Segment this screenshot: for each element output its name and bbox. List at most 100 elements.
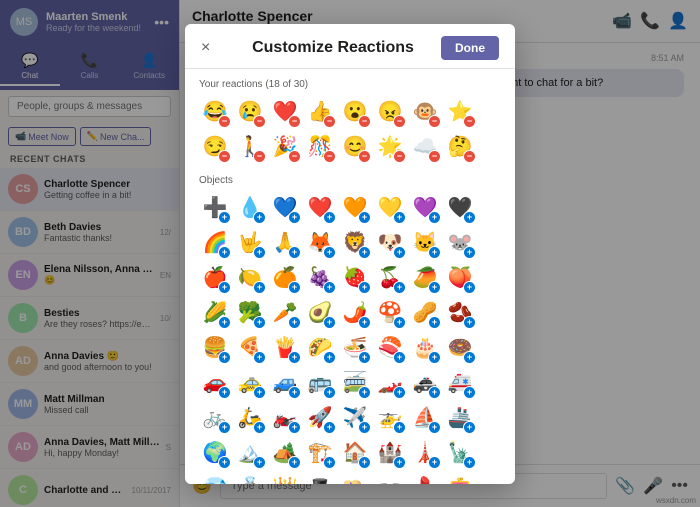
object-emoji-item[interactable]: ⛵ + bbox=[409, 402, 441, 434]
reaction-emoji-item[interactable]: 😠 − bbox=[374, 96, 406, 128]
object-emoji-item[interactable]: 🍕 + bbox=[234, 332, 266, 364]
reaction-emoji-item[interactable]: 🤔 − bbox=[444, 131, 476, 163]
object-emoji-item[interactable]: 🍄 + bbox=[374, 297, 406, 329]
add-badge: + bbox=[288, 351, 301, 364]
object-emoji-item[interactable]: 🏍️ + bbox=[269, 402, 301, 434]
object-emoji-item[interactable]: 🍇 + bbox=[304, 262, 336, 294]
reaction-emoji-item[interactable]: ⭐ − bbox=[444, 96, 476, 128]
object-emoji-item[interactable]: 🐶 + bbox=[374, 227, 406, 259]
object-emoji-item[interactable]: 🍔 + bbox=[199, 332, 231, 364]
object-emoji-item[interactable]: 🏕️ + bbox=[269, 437, 301, 469]
object-emoji-item[interactable]: 🕶️ + bbox=[374, 472, 406, 484]
object-emoji-item[interactable]: ➕ + bbox=[199, 192, 231, 224]
object-emoji-item[interactable]: 🥕 + bbox=[269, 297, 301, 329]
object-emoji-item[interactable]: 💙 + bbox=[269, 192, 301, 224]
reaction-emoji-item[interactable]: 🐵 − bbox=[409, 96, 441, 128]
object-emoji-item[interactable]: 💎 + bbox=[199, 472, 231, 484]
remove-badge: − bbox=[253, 150, 266, 163]
object-emoji-item[interactable]: 🌈 + bbox=[199, 227, 231, 259]
object-emoji-item[interactable]: 💜 + bbox=[409, 192, 441, 224]
object-emoji-item[interactable]: 🚑 + bbox=[444, 367, 476, 399]
object-emoji-item[interactable]: ❤️ + bbox=[304, 192, 336, 224]
object-emoji-item[interactable]: 👒 + bbox=[339, 472, 371, 484]
add-badge: + bbox=[428, 421, 441, 434]
add-badge: + bbox=[463, 456, 476, 469]
reaction-emoji-item[interactable]: ☁️ − bbox=[409, 131, 441, 163]
object-emoji-item[interactable]: 🫘 + bbox=[444, 297, 476, 329]
reaction-emoji-item[interactable]: 😏 − bbox=[199, 131, 231, 163]
object-emoji-item[interactable]: 🚕 + bbox=[234, 367, 266, 399]
object-emoji-item[interactable]: 🍩 + bbox=[444, 332, 476, 364]
object-emoji-item[interactable]: 👑 + bbox=[269, 472, 301, 484]
reaction-emoji-item[interactable]: 😮 − bbox=[339, 96, 371, 128]
object-emoji-item[interactable]: 🛵 + bbox=[234, 402, 266, 434]
object-emoji-item[interactable]: 🚀 + bbox=[304, 402, 336, 434]
add-badge: + bbox=[393, 281, 406, 294]
object-emoji-item[interactable]: 🌮 + bbox=[304, 332, 336, 364]
object-emoji-item[interactable]: 🥭 + bbox=[409, 262, 441, 294]
object-emoji-item[interactable]: 🦊 + bbox=[304, 227, 336, 259]
object-emoji-item[interactable]: 🏠 + bbox=[339, 437, 371, 469]
object-emoji-item[interactable]: 🍑 + bbox=[444, 262, 476, 294]
add-badge: + bbox=[253, 386, 266, 399]
object-emoji-item[interactable]: 🥦 + bbox=[234, 297, 266, 329]
reaction-emoji-item[interactable]: ❤️ − bbox=[269, 96, 301, 128]
object-emoji-item[interactable]: 🏰 + bbox=[374, 437, 406, 469]
object-emoji-item[interactable]: 🎩 + bbox=[304, 472, 336, 484]
object-emoji-item[interactable]: 🌍 + bbox=[199, 437, 231, 469]
reaction-emoji-item[interactable]: 😂 − bbox=[199, 96, 231, 128]
object-emoji-item[interactable]: 🤟 + bbox=[234, 227, 266, 259]
reaction-emoji-item[interactable]: 😊 − bbox=[339, 131, 371, 163]
object-emoji-item[interactable]: 🖤 + bbox=[444, 192, 476, 224]
reaction-emoji-item[interactable]: 👍 − bbox=[304, 96, 336, 128]
object-emoji-item[interactable]: 🏎️ + bbox=[374, 367, 406, 399]
modal-overlay[interactable]: × Customize Reactions Done Your reaction… bbox=[0, 0, 700, 507]
object-emoji-item[interactable]: 🍟 + bbox=[269, 332, 301, 364]
object-emoji-item[interactable]: 🚲 + bbox=[199, 402, 231, 434]
object-emoji-item[interactable]: 🐱 + bbox=[409, 227, 441, 259]
reaction-emoji-item[interactable]: 🌟 − bbox=[374, 131, 406, 163]
object-emoji-item[interactable]: 🚙 + bbox=[269, 367, 301, 399]
reaction-emoji-item[interactable]: 🎉 − bbox=[269, 131, 301, 163]
object-emoji-item[interactable]: 🍓 + bbox=[339, 262, 371, 294]
object-emoji-item[interactable]: 🚎 + bbox=[339, 367, 371, 399]
object-emoji-item[interactable]: 🥑 + bbox=[304, 297, 336, 329]
close-icon[interactable]: × bbox=[201, 39, 225, 57]
done-button[interactable]: Done bbox=[441, 36, 499, 60]
object-emoji-item[interactable]: 🚓 + bbox=[409, 367, 441, 399]
object-emoji-item[interactable]: 🥜 + bbox=[409, 297, 441, 329]
object-emoji-item[interactable]: 🍎 + bbox=[199, 262, 231, 294]
object-emoji-item[interactable]: 🚢 + bbox=[444, 402, 476, 434]
object-emoji-item[interactable]: 🙏 + bbox=[269, 227, 301, 259]
object-emoji-item[interactable]: 🚗 + bbox=[199, 367, 231, 399]
object-emoji-item[interactable]: 🗽 + bbox=[444, 437, 476, 469]
object-emoji-item[interactable]: 💧 + bbox=[234, 192, 266, 224]
object-emoji-item[interactable]: 🦁 + bbox=[339, 227, 371, 259]
object-emoji-item[interactable]: 💄 + bbox=[409, 472, 441, 484]
object-emoji-item[interactable]: 🎂 + bbox=[409, 332, 441, 364]
reaction-emoji-item[interactable]: 🎊 − bbox=[304, 131, 336, 163]
object-emoji-item[interactable]: 🚌 + bbox=[304, 367, 336, 399]
reaction-emoji-item[interactable]: 😢 − bbox=[234, 96, 266, 128]
object-emoji-item[interactable]: 💍 + bbox=[234, 472, 266, 484]
object-emoji-item[interactable]: ✈️ + bbox=[339, 402, 371, 434]
object-emoji-item[interactable]: 🍣 + bbox=[374, 332, 406, 364]
object-emoji-item[interactable]: 🍜 + bbox=[339, 332, 371, 364]
object-emoji-item[interactable]: 🍊 + bbox=[269, 262, 301, 294]
object-emoji-item[interactable]: 🐭 + bbox=[444, 227, 476, 259]
add-badge: + bbox=[218, 316, 231, 329]
object-emoji-item[interactable]: 💛 + bbox=[374, 192, 406, 224]
object-emoji-item[interactable]: 🚁 + bbox=[374, 402, 406, 434]
object-emoji-item[interactable]: 🍋 + bbox=[234, 262, 266, 294]
object-emoji-item[interactable]: 🏔️ + bbox=[234, 437, 266, 469]
object-emoji-item[interactable]: 🌽 + bbox=[199, 297, 231, 329]
object-emoji-item[interactable]: 🌶️ + bbox=[339, 297, 371, 329]
add-badge: + bbox=[253, 421, 266, 434]
object-emoji-item[interactable]: 🗼 + bbox=[409, 437, 441, 469]
object-emoji-item[interactable]: 🧡 + bbox=[339, 192, 371, 224]
emoji-glyph: 🕶️ bbox=[378, 475, 403, 484]
object-emoji-item[interactable]: 🍒 + bbox=[374, 262, 406, 294]
object-emoji-item[interactable]: 👛 + bbox=[444, 472, 476, 484]
object-emoji-item[interactable]: 🏗️ + bbox=[304, 437, 336, 469]
reaction-emoji-item[interactable]: 🚶 − bbox=[234, 131, 266, 163]
